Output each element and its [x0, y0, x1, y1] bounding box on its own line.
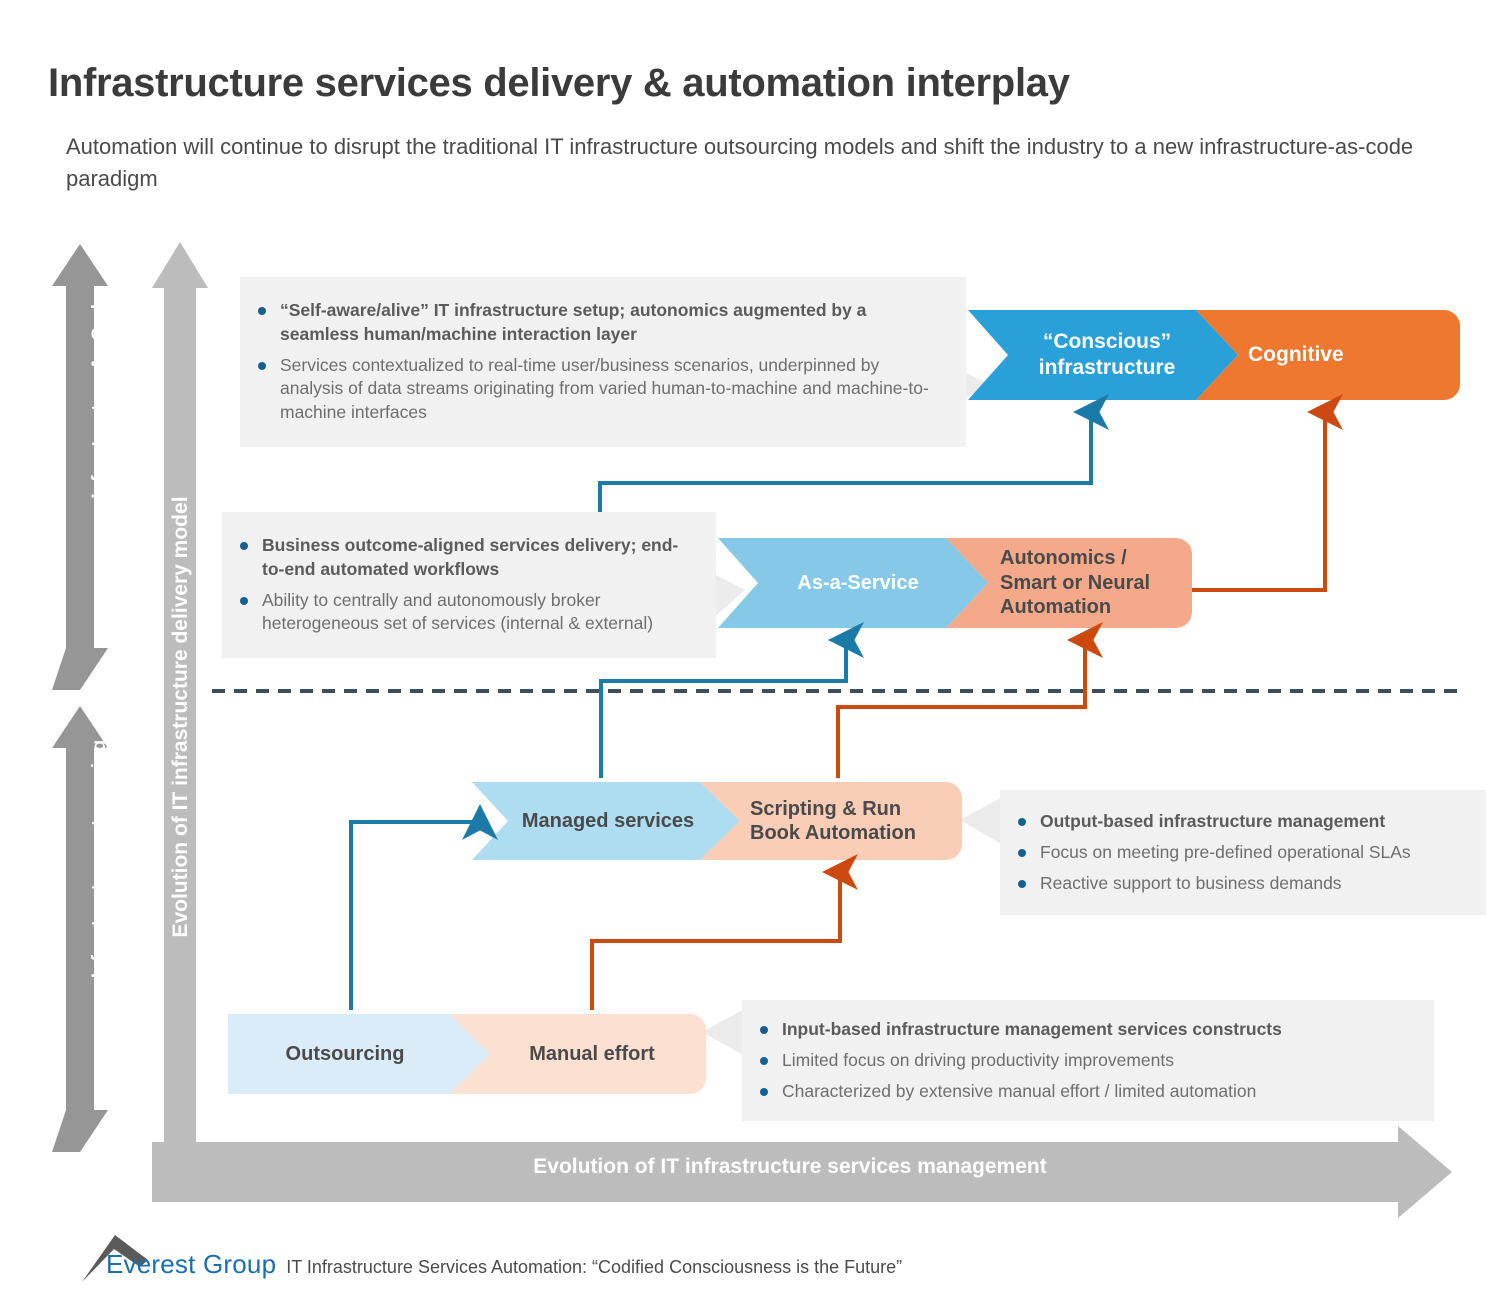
callout-item: Focus on meeting pre-defined operational…	[1014, 841, 1468, 865]
callout-list: Business outcome-aligned services delive…	[236, 534, 696, 636]
callout-item-text: Business outcome-aligned services delive…	[262, 535, 679, 579]
callout-item-text: Reactive support to business demands	[1040, 872, 1342, 893]
connector-scripting-to-autonomics	[836, 622, 1103, 778]
axis-label-evolution-delivery-model: Evolution of IT infrastructure delivery …	[169, 397, 193, 1037]
axis-label-text: Evolution of IT infrastructure delivery …	[169, 496, 192, 938]
source-note: IT Infrastructure Services Automation: “…	[286, 1257, 903, 1277]
banner-aas-left-segment	[718, 538, 988, 628]
callout-item: Ability to centrally and autonomously br…	[236, 589, 696, 637]
callout-item-text: Focus on meeting pre-defined operational…	[1040, 841, 1411, 862]
callout-list: Output-based infrastructure management F…	[1014, 810, 1468, 895]
bullet-icon	[258, 307, 266, 315]
callout-item: Business outcome-aligned services delive…	[236, 534, 696, 582]
footer: Everest Group IT Infrastructure Services…	[106, 1249, 902, 1280]
banner-managed-left-segment	[472, 782, 740, 860]
axis-label-infrastructure-as-code: Infrastructure As Code	[89, 274, 111, 518]
callout-item: Input-based infrastructure management se…	[756, 1018, 1416, 1042]
callout-item: Limited focus on driving productivity im…	[756, 1049, 1416, 1073]
banner-outsourcing	[228, 1014, 706, 1094]
axis-label-text: Infrastructure As Code	[89, 293, 110, 499]
banner-conscious	[968, 310, 1460, 400]
banner-as-a-service	[718, 538, 1192, 628]
bullet-icon	[240, 542, 248, 550]
bullet-icon	[760, 1087, 768, 1096]
callout-item-text: Output-based infrastructure management	[1040, 811, 1386, 831]
bullet-icon	[240, 596, 248, 605]
callout-item-text: “Self-aware/alive” IT infrastructure set…	[280, 300, 867, 344]
axis-label-evolution-services-management: Evolution of IT infrastructure services …	[533, 1155, 1047, 1178]
callout-item-text: Limited focus on driving productivity im…	[782, 1049, 1174, 1070]
bullet-icon	[1018, 818, 1026, 826]
connector-manual-to-scripting	[590, 854, 858, 1010]
callout-item: “Self-aware/alive” IT infrastructure set…	[254, 299, 942, 347]
callout-item: Output-based infrastructure management	[1014, 810, 1468, 834]
callout-as-a-service: Business outcome-aligned services delive…	[222, 512, 716, 659]
callout-item: Characterized by extensive manual effort…	[756, 1080, 1416, 1104]
axis-label-infrastructure-outsourcing: Infrastructure outsourcing	[89, 717, 111, 1001]
bullet-icon	[760, 1026, 768, 1034]
bullet-icon	[1018, 848, 1026, 857]
callout-item-text: Input-based infrastructure management se…	[782, 1019, 1282, 1039]
connector-autonomics-to-cognitive	[1192, 394, 1343, 592]
callout-item-text: Services contextualized to real-time use…	[280, 354, 929, 423]
callout-managed-services: Output-based infrastructure management F…	[1000, 790, 1486, 916]
callout-list: Input-based infrastructure management se…	[756, 1018, 1416, 1103]
banner-outsourcing-left-segment	[228, 1014, 490, 1094]
axis-label-text: Infrastructure outsourcing	[89, 739, 110, 979]
banner-managed-services	[472, 782, 962, 860]
everest-group-brand: Everest Group	[106, 1249, 277, 1279]
callout-item-text: Ability to centrally and autonomously br…	[262, 589, 654, 634]
callout-conscious: “Self-aware/alive” IT infrastructure set…	[240, 277, 966, 447]
callout-list: “Self-aware/alive” IT infrastructure set…	[254, 299, 942, 425]
bullet-icon	[258, 361, 266, 370]
connector-outsourcing-to-managed	[349, 804, 498, 1010]
callout-outsourcing: Input-based infrastructure management se…	[742, 1000, 1434, 1122]
callout-item: Reactive support to business demands	[1014, 872, 1468, 896]
infographic-canvas: Infrastructure services delivery & autom…	[0, 0, 1512, 1309]
connector-managed-to-aas	[599, 622, 864, 778]
bullet-icon	[760, 1056, 768, 1065]
callout-item-text: Characterized by extensive manual effort…	[782, 1080, 1257, 1101]
bullet-icon	[1018, 879, 1026, 888]
banner-conscious-left-segment	[968, 310, 1238, 400]
callout-item: Services contextualized to real-time use…	[254, 354, 942, 425]
